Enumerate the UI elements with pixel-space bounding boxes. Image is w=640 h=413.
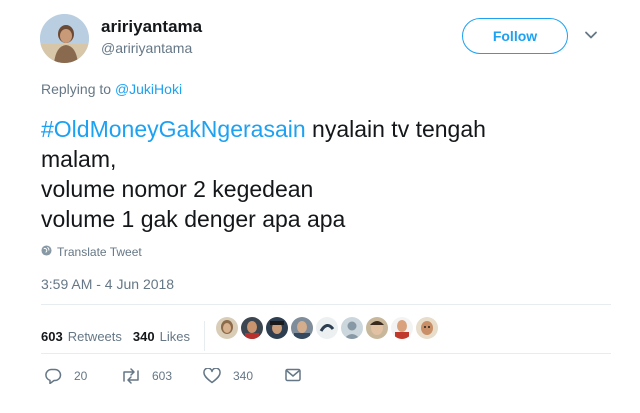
reply-to-link[interactable]: @JukiHoki (115, 81, 182, 97)
globe-icon (41, 245, 52, 259)
liker-avatar[interactable] (291, 317, 313, 339)
retweet-icon (120, 368, 142, 384)
like-action[interactable]: 340 (203, 368, 253, 384)
tweet-text-line4: volume 1 gak denger apa apa (41, 206, 346, 232)
liker-avatar[interactable] (366, 317, 388, 339)
tweet-stats: 603 Retweets 340 Likes (41, 321, 205, 351)
heart-icon (203, 368, 221, 384)
replying-to: Replying to @JukiHoki (41, 81, 182, 97)
author-avatar[interactable] (40, 14, 89, 63)
reply-count: 20 (74, 369, 88, 383)
divider-bottom (41, 353, 611, 354)
tweet-text: #OldMoneyGakNgerasain nyalain tv tengah … (41, 114, 601, 234)
retweets-label: Retweets (67, 328, 122, 344)
replying-prefix: Replying to (41, 81, 112, 97)
tweet-text-line3: volume nomor 2 kegedean (41, 176, 314, 202)
reply-icon (44, 368, 62, 384)
tweet-timestamp[interactable]: 3:59 AM - 4 Jun 2018 (41, 276, 174, 292)
user-handle[interactable]: @aririyantama (101, 40, 192, 56)
retweet-count: 603 (152, 369, 173, 383)
liker-avatar[interactable] (341, 317, 363, 339)
retweets-count: 603 (41, 328, 63, 344)
hashtag-link[interactable]: #OldMoneyGakNgerasain (41, 116, 306, 142)
translate-tweet-button[interactable]: Translate Tweet (41, 245, 142, 259)
translate-label: Translate Tweet (57, 245, 142, 259)
tweet-text-line1: nyalain tv tengah (305, 116, 486, 142)
likes-label: Likes (159, 328, 190, 344)
liker-avatar[interactable] (391, 317, 413, 339)
direct-message-action[interactable] (285, 368, 301, 382)
liker-avatar[interactable] (216, 317, 238, 339)
retweet-action[interactable]: 603 (120, 368, 172, 384)
likes-stat[interactable]: 340 Likes (133, 329, 190, 344)
envelope-icon (285, 368, 301, 382)
divider-top (41, 304, 611, 305)
likes-count: 340 (132, 328, 155, 344)
tweet-text-line2: malam, (41, 146, 117, 172)
follow-button[interactable]: Follow (462, 18, 568, 54)
chevron-down-icon[interactable] (584, 28, 598, 42)
reply-action[interactable]: 20 (44, 368, 87, 384)
liker-avatar[interactable] (316, 317, 338, 339)
liker-avatar[interactable] (266, 317, 288, 339)
likers-avatars (216, 317, 438, 339)
liker-avatar[interactable] (241, 317, 263, 339)
stats-separator (203, 321, 205, 351)
display-name[interactable]: aririyantama (101, 17, 202, 37)
like-count: 340 (233, 369, 254, 383)
liker-avatar[interactable] (416, 317, 438, 339)
retweets-stat[interactable]: 603 Retweets (41, 329, 122, 344)
